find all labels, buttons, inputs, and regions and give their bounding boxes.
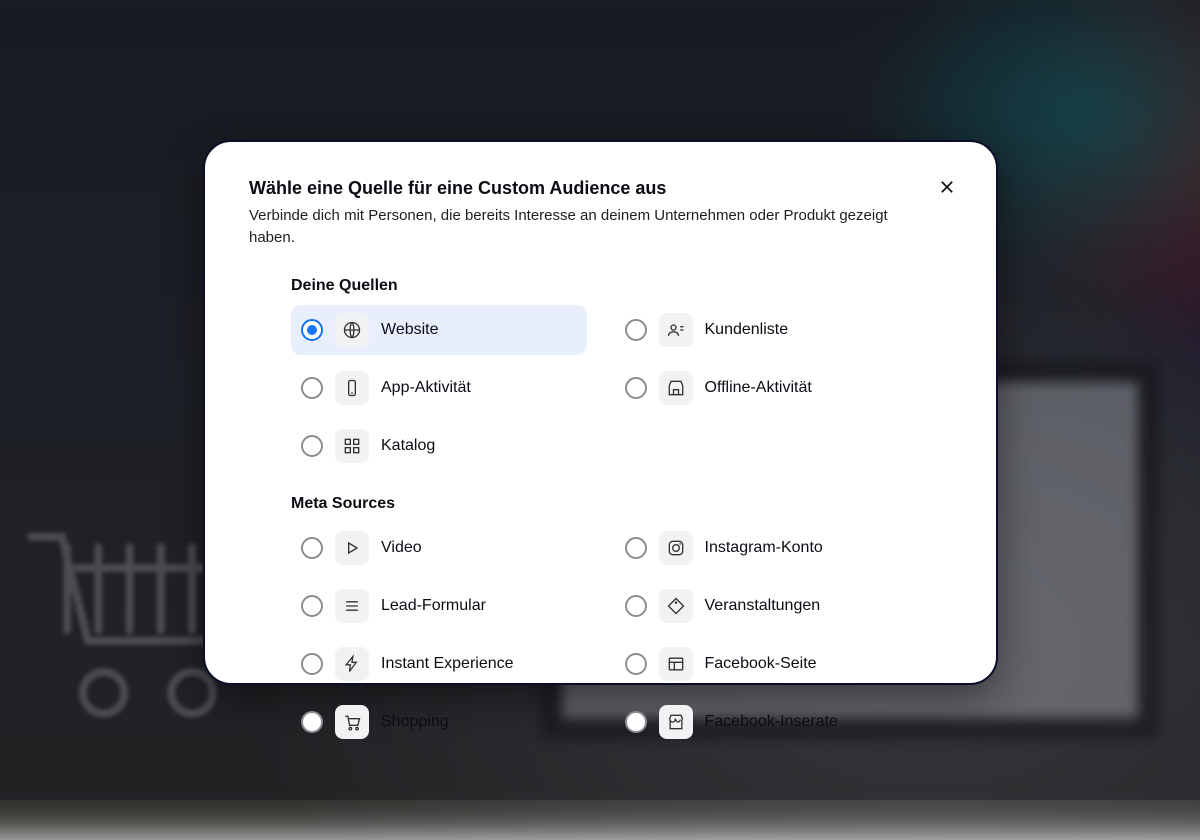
modal-subtitle: Verbinde dich mit Personen, die bereits … xyxy=(249,205,889,249)
custom-audience-source-modal: Wähle eine Quelle für eine Custom Audien… xyxy=(203,140,998,685)
tag-icon xyxy=(659,589,693,623)
option-label: Instant Experience xyxy=(381,655,514,673)
radio-indicator xyxy=(625,653,647,675)
close-icon xyxy=(938,178,956,196)
option-label: Lead-Formular xyxy=(381,597,486,615)
option-label: Offline-Aktivität xyxy=(705,379,812,397)
source-option-shopping[interactable]: Shopping xyxy=(291,697,587,747)
group-title: Deine Quellen xyxy=(291,277,910,295)
play-icon xyxy=(335,531,369,565)
radio-indicator xyxy=(625,319,647,341)
source-group: Deine Quellen Website Kundenliste App-Aktiv… xyxy=(249,277,952,471)
source-option-events[interactable]: Veranstaltungen xyxy=(615,581,911,631)
option-label: Shopping xyxy=(381,713,449,731)
option-label: Facebook-Inserate xyxy=(705,713,838,731)
radio-indicator xyxy=(301,435,323,457)
radio-indicator xyxy=(625,711,647,733)
option-label: App-Aktivität xyxy=(381,379,471,397)
option-label: Kundenliste xyxy=(705,321,789,339)
radio-indicator xyxy=(301,537,323,559)
option-label: Instagram-Konto xyxy=(705,539,823,557)
phone-icon xyxy=(335,371,369,405)
storefront-icon xyxy=(659,705,693,739)
option-label: Video xyxy=(381,539,422,557)
store-icon xyxy=(659,371,693,405)
source-option-offline[interactable]: Offline-Aktivität xyxy=(615,363,911,413)
modal-title: Wähle eine Quelle für eine Custom Audien… xyxy=(249,178,952,199)
radio-indicator xyxy=(301,653,323,675)
layout-icon xyxy=(659,647,693,681)
option-label: Website xyxy=(381,321,439,339)
option-label: Veranstaltungen xyxy=(705,597,821,615)
radio-indicator xyxy=(625,537,647,559)
radio-indicator xyxy=(301,595,323,617)
globe-icon xyxy=(335,313,369,347)
close-button[interactable] xyxy=(932,172,962,202)
options-grid: Video Instagram-Konto Lead-Formular Veranst… xyxy=(291,523,910,747)
source-option-fbpage[interactable]: Facebook-Seite xyxy=(615,639,911,689)
source-option-instx[interactable]: Instant Experience xyxy=(291,639,587,689)
lines-icon xyxy=(335,589,369,623)
source-option-kunden[interactable]: Kundenliste xyxy=(615,305,911,355)
source-group: Meta Sources Video Instagram-Konto Lead-For… xyxy=(249,495,952,747)
source-option-fbins[interactable]: Facebook-Inserate xyxy=(615,697,911,747)
source-option-website[interactable]: Website xyxy=(291,305,587,355)
options-grid: Website Kundenliste App-Aktivität Offline-A… xyxy=(291,305,910,471)
instagram-icon xyxy=(659,531,693,565)
grid-icon xyxy=(335,429,369,463)
option-label: Katalog xyxy=(381,437,435,455)
source-option-app[interactable]: App-Aktivität xyxy=(291,363,587,413)
radio-indicator xyxy=(625,377,647,399)
source-option-lead[interactable]: Lead-Formular xyxy=(291,581,587,631)
group-title: Meta Sources xyxy=(291,495,910,513)
user-list-icon xyxy=(659,313,693,347)
radio-indicator xyxy=(301,319,323,341)
source-option-video[interactable]: Video xyxy=(291,523,587,573)
option-label: Facebook-Seite xyxy=(705,655,817,673)
source-option-insta[interactable]: Instagram-Konto xyxy=(615,523,911,573)
source-option-katalog[interactable]: Katalog xyxy=(291,421,587,471)
radio-indicator xyxy=(301,377,323,399)
radio-indicator xyxy=(301,711,323,733)
cart-icon xyxy=(335,705,369,739)
bolt-icon xyxy=(335,647,369,681)
radio-indicator xyxy=(625,595,647,617)
